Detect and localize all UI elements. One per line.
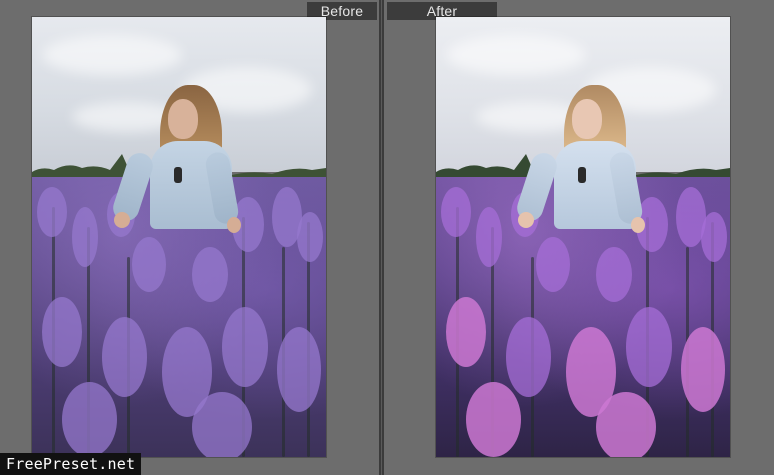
watermark: FreePreset.net xyxy=(0,453,142,475)
after-photo[interactable] xyxy=(436,17,730,457)
before-after-compare-view: Before After FreePreset.net xyxy=(0,0,774,475)
before-photo[interactable] xyxy=(32,17,326,457)
cloud xyxy=(42,35,182,75)
after-pane: After xyxy=(384,0,774,475)
before-pane: Before xyxy=(0,0,379,475)
cloud xyxy=(446,35,586,75)
